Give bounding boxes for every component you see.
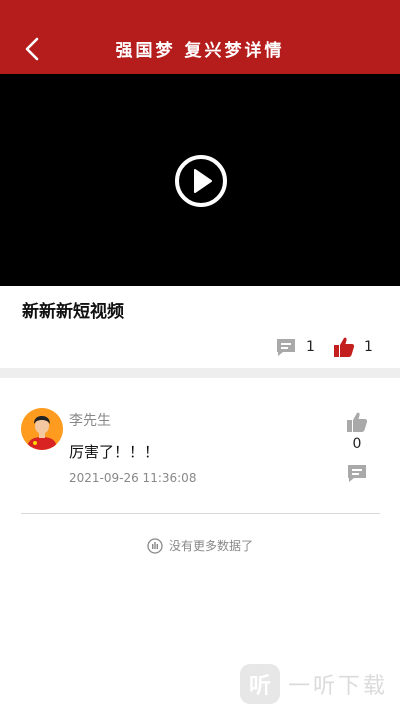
detail-page: 强国梦 复兴梦详情 新新新短视频 1 1 李先生 厉害了！！！ 2021-09-…: [0, 0, 400, 711]
list-divider: [21, 513, 380, 514]
back-button[interactable]: [18, 34, 48, 64]
comment-text: 厉害了！！！: [69, 443, 160, 461]
comment-author: 李先生: [69, 413, 111, 429]
video-comment-button[interactable]: 1: [274, 334, 315, 360]
video-like-count: 1: [364, 339, 373, 355]
video-title: 新新新短视频: [22, 302, 124, 322]
section-divider: [0, 368, 400, 378]
page-title: 强国梦 复兴梦详情: [115, 41, 285, 61]
no-more-data: 没有更多数据了: [0, 537, 400, 554]
comment-reply-button[interactable]: [345, 461, 369, 485]
user-avatar-icon: [21, 408, 63, 450]
info-icon: [147, 537, 163, 554]
comment-icon: [277, 339, 295, 356]
chevron-left-icon: [25, 37, 39, 61]
comment-icon: [348, 465, 366, 482]
video-like-button[interactable]: 1: [332, 334, 373, 360]
status-bar: [0, 0, 400, 22]
thumbs-up-icon: [347, 412, 368, 432]
comment-time: 2021-09-26 11:36:08: [69, 471, 197, 485]
watermark-text: 一听下载: [288, 674, 389, 699]
comment-like-button[interactable]: [344, 410, 370, 434]
avatar: [21, 408, 63, 450]
no-more-text: 没有更多数据了: [168, 539, 253, 553]
watermark-logo: 听 一听下载: [240, 664, 388, 704]
watermark-icon: 听: [240, 664, 280, 704]
play-button[interactable]: [174, 154, 228, 208]
video-comment-count: 1: [306, 339, 315, 355]
comment-like-count: 0: [352, 436, 362, 452]
thumbs-up-icon: [334, 337, 355, 357]
header-bar: 强国梦 复兴梦详情: [0, 22, 400, 74]
play-icon: [175, 155, 227, 207]
